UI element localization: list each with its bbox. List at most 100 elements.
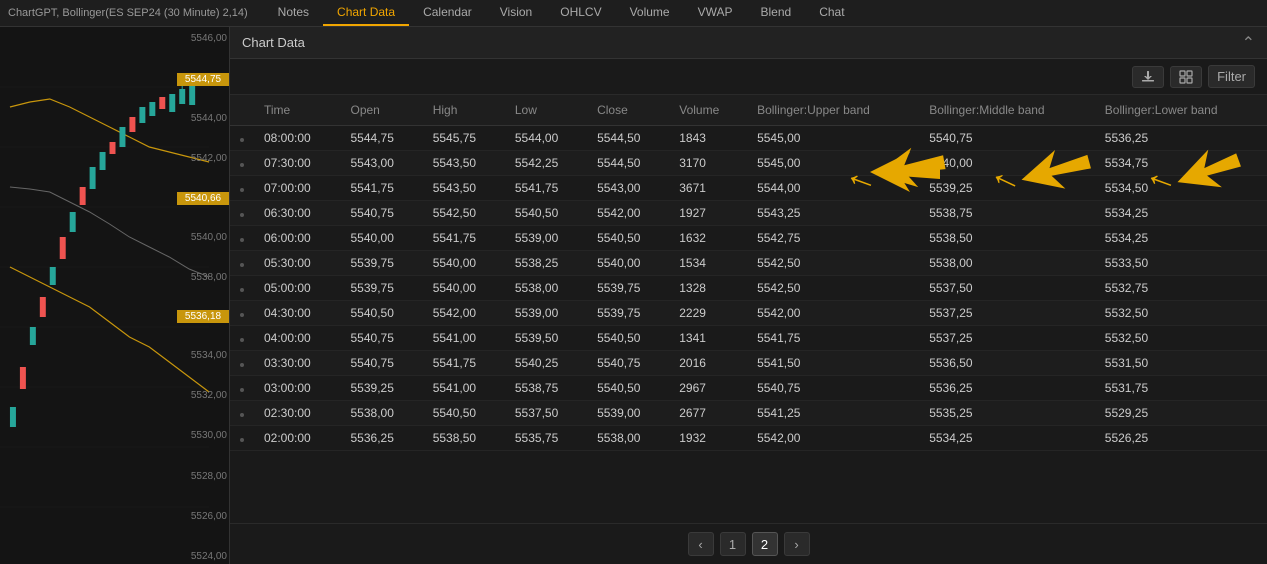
cell-middle-band: 5537,50 [919, 276, 1095, 301]
col-volume: Volume [669, 95, 747, 126]
cell-volume: 2677 [669, 401, 747, 426]
cell-upper-band: 5544,00 [747, 176, 919, 201]
cell-low: 5537,50 [505, 401, 587, 426]
cell-high: 5542,00 [423, 301, 505, 326]
cell-upper-band: 5541,75 [747, 326, 919, 351]
cell-middle-band: 5538,50 [919, 226, 1095, 251]
table-row: 08:00:00 5544,75 5545,75 5544,00 5544,50… [230, 126, 1267, 151]
cell-low: 5535,75 [505, 426, 587, 451]
cell-high: 5545,75 [423, 126, 505, 151]
cell-upper-band: 5541,25 [747, 401, 919, 426]
export-button[interactable] [1132, 66, 1164, 88]
row-indicator [230, 201, 254, 226]
right-panel: Chart Data ⌃ Filter [230, 27, 1267, 564]
cell-lower-band: 5532,75 [1095, 276, 1267, 301]
col-low: Low [505, 95, 587, 126]
chart-svg [0, 27, 229, 564]
cell-open: 5539,25 [341, 376, 423, 401]
table-row: 05:30:00 5539,75 5540,00 5538,25 5540,00… [230, 251, 1267, 276]
cell-lower-band: 5532,50 [1095, 301, 1267, 326]
cell-close: 5539,75 [587, 276, 669, 301]
cell-high: 5541,75 [423, 226, 505, 251]
cell-high: 5541,00 [423, 376, 505, 401]
cell-low: 5540,50 [505, 201, 587, 226]
cell-time: 05:30:00 [254, 251, 341, 276]
table-row: 02:00:00 5536,25 5538,50 5535,75 5538,00… [230, 426, 1267, 451]
cell-lower-band: 5531,75 [1095, 376, 1267, 401]
cell-close: 5543,00 [587, 176, 669, 201]
table-wrapper[interactable]: Time Open High Low Close Volume Bollinge… [230, 95, 1267, 523]
nav-tab-calendar[interactable]: Calendar [409, 0, 486, 26]
cell-high: 5543,50 [423, 151, 505, 176]
nav-tab-notes[interactable]: Notes [264, 0, 323, 26]
row-indicator [230, 426, 254, 451]
main-layout: 5546,00 5544,75 5544,00 5542,00 5540,66 … [0, 27, 1267, 564]
row-indicator [230, 251, 254, 276]
cell-upper-band: 5543,25 [747, 201, 919, 226]
col-middle-band: Bollinger:Middle band [919, 95, 1095, 126]
cell-low: 5539,00 [505, 301, 587, 326]
cell-low: 5541,75 [505, 176, 587, 201]
cell-lower-band: 5534,25 [1095, 226, 1267, 251]
cell-middle-band: 5539,25 [919, 176, 1095, 201]
cell-lower-band: 5531,50 [1095, 351, 1267, 376]
cell-middle-band: 5536,25 [919, 376, 1095, 401]
cell-upper-band: 5542,00 [747, 426, 919, 451]
panel-header: Chart Data ⌃ [230, 27, 1267, 59]
table-row: 04:30:00 5540,50 5542,00 5539,00 5539,75… [230, 301, 1267, 326]
cell-upper-band: 5542,00 [747, 301, 919, 326]
cell-middle-band: 5535,25 [919, 401, 1095, 426]
cell-open: 5539,75 [341, 251, 423, 276]
panel-close-button[interactable]: ⌃ [1242, 33, 1255, 53]
cell-lower-band: 5534,50 [1095, 176, 1267, 201]
cell-time: 03:30:00 [254, 351, 341, 376]
page-1-button[interactable]: 1 [720, 532, 746, 556]
cell-middle-band: 5537,25 [919, 301, 1095, 326]
row-indicator [230, 226, 254, 251]
filter-button[interactable]: Filter [1208, 65, 1255, 88]
cell-lower-band: 5534,25 [1095, 201, 1267, 226]
cell-time: 02:00:00 [254, 426, 341, 451]
cell-volume: 1341 [669, 326, 747, 351]
cell-open: 5541,75 [341, 176, 423, 201]
col-lower-band: Bollinger:Lower band [1095, 95, 1267, 126]
cell-close: 5540,50 [587, 376, 669, 401]
cell-high: 5543,50 [423, 176, 505, 201]
nav-tab-blend[interactable]: Blend [747, 0, 806, 26]
nav-tab-volume[interactable]: Volume [616, 0, 684, 26]
cell-lower-band: 5532,50 [1095, 326, 1267, 351]
cell-lower-band: 5529,25 [1095, 401, 1267, 426]
cell-time: 06:30:00 [254, 201, 341, 226]
cell-middle-band: 5537,25 [919, 326, 1095, 351]
nav-tab-vwap[interactable]: VWAP [684, 0, 747, 26]
nav-tab-chat[interactable]: Chat [805, 0, 858, 26]
cell-low: 5539,50 [505, 326, 587, 351]
row-indicator [230, 301, 254, 326]
prev-page-button[interactable]: ‹ [688, 532, 714, 556]
col-indicator [230, 95, 254, 126]
pagination: ‹ 1 2 › [230, 523, 1267, 564]
col-upper-band: Bollinger:Upper band [747, 95, 919, 126]
cell-low: 5538,25 [505, 251, 587, 276]
cell-time: 04:30:00 [254, 301, 341, 326]
cell-upper-band: 5545,00 [747, 126, 919, 151]
nav-tab-chart-data[interactable]: Chart Data [323, 0, 409, 26]
cell-open: 5538,00 [341, 401, 423, 426]
grid-button[interactable] [1170, 66, 1202, 88]
cell-close: 5538,00 [587, 426, 669, 451]
cell-time: 07:00:00 [254, 176, 341, 201]
cell-upper-band: 5545,00 [747, 151, 919, 176]
cell-close: 5539,00 [587, 401, 669, 426]
nav-tab-vision[interactable]: Vision [486, 0, 546, 26]
cell-close: 5540,50 [587, 326, 669, 351]
cell-close: 5544,50 [587, 126, 669, 151]
page-2-button[interactable]: 2 [752, 532, 778, 556]
cell-volume: 1843 [669, 126, 747, 151]
cell-volume: 2229 [669, 301, 747, 326]
cell-high: 5540,50 [423, 401, 505, 426]
row-indicator [230, 351, 254, 376]
col-close: Close [587, 95, 669, 126]
nav-tab-ohlcv[interactable]: OHLCV [546, 0, 615, 26]
next-page-button[interactable]: › [784, 532, 810, 556]
table-row: 03:00:00 5539,25 5541,00 5538,75 5540,50… [230, 376, 1267, 401]
